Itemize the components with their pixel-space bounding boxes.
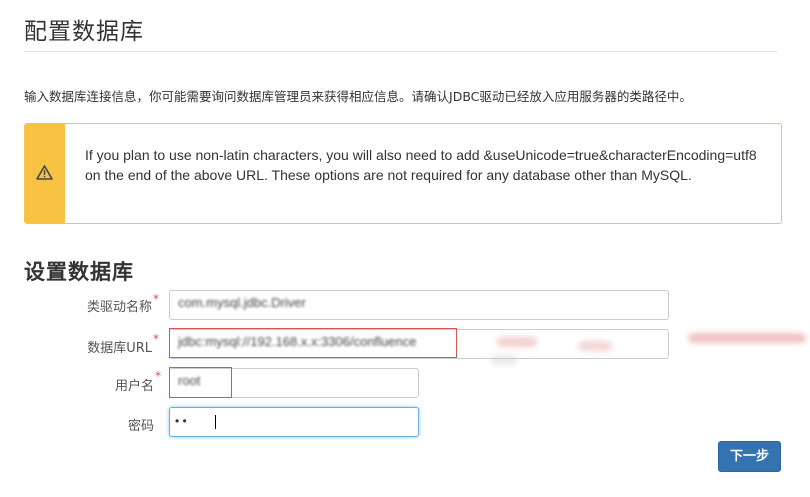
- driver-class-input[interactable]: com.mysql.jdbc.Driver: [169, 290, 669, 320]
- next-button[interactable]: 下一步: [718, 441, 781, 472]
- redaction-smear: [578, 341, 612, 351]
- redaction-smear: [688, 333, 806, 343]
- redaction-smear: [490, 355, 518, 365]
- intro-text: 输入数据库连接信息，你可能需要询问数据库管理员来获得相应信息。请确认JDBC驱动…: [24, 89, 692, 104]
- required-asterisk: *: [155, 369, 161, 383]
- warning-alert: If you plan to use non-latin characters,…: [24, 123, 782, 224]
- password-mask: • •: [175, 414, 187, 428]
- highlight-box-url: [169, 328, 457, 358]
- page-title: 配置数据库: [24, 19, 144, 45]
- alert-message: If you plan to use non-latin characters,…: [85, 147, 757, 183]
- password-input[interactable]: • •: [169, 407, 419, 437]
- url-label: 数据库URL: [87, 341, 152, 356]
- text-caret: [215, 415, 216, 429]
- driver-class-value: com.mysql.jdbc.Driver: [178, 295, 306, 310]
- driver-label: 类驱动名称: [86, 300, 152, 315]
- alert-accent-strip: [25, 124, 65, 223]
- section-title: 设置数据库: [24, 260, 134, 284]
- username-label: 用户名: [114, 379, 154, 394]
- title-divider: [24, 51, 777, 52]
- warning-icon: [36, 165, 53, 180]
- required-asterisk: *: [153, 292, 159, 306]
- required-asterisk: *: [153, 332, 159, 346]
- highlight-box-username: [169, 367, 232, 398]
- password-label: 密码: [127, 419, 154, 434]
- redaction-smear: [497, 337, 537, 347]
